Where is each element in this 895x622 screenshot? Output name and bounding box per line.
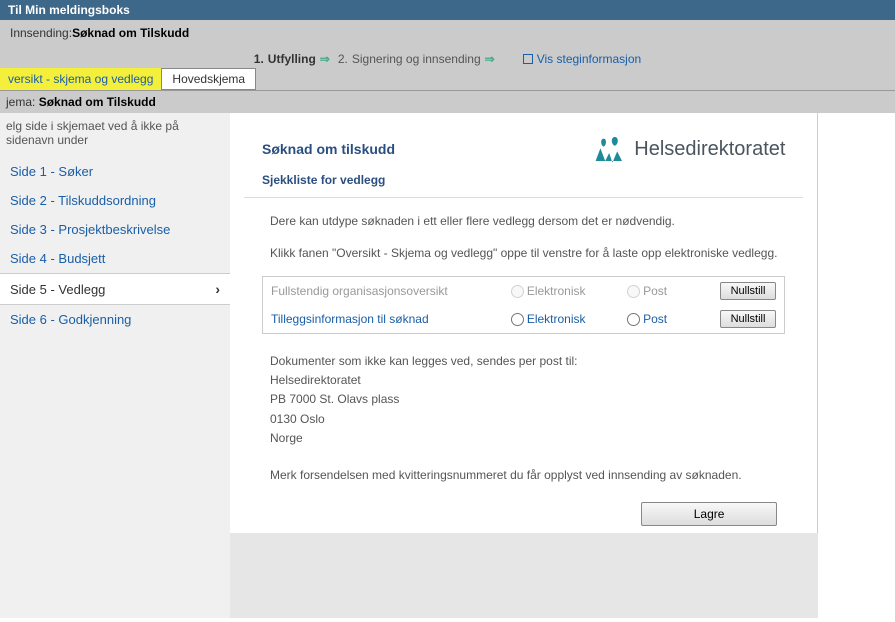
sidebar-item-soker[interactable]: Side 1 - Søker [0, 157, 230, 186]
vis-steginformasjon-link[interactable]: Vis steginformasjon [523, 52, 642, 66]
sidebar-item-godkjenning[interactable]: Side 6 - Godkjenning [0, 305, 230, 334]
content-row: elg side i skjemaet ved å ikke på sidena… [0, 113, 895, 618]
brand-logo: Helsedirektoratet [594, 135, 785, 163]
attachment-name[interactable]: Tilleggsinformasjon til søknad [271, 312, 429, 326]
address-intro: Dokumenter som ikke kan legges ved, send… [270, 352, 777, 371]
main-wrap: Søknad om tilskudd Helsedirektoratet Sje… [230, 113, 818, 618]
chevron-right-icon: › [215, 281, 220, 297]
sidebar-item-tilskuddsordning[interactable]: Side 2 - Tilskuddsordning [0, 186, 230, 215]
sidebar-item-prosjektbeskrivelse[interactable]: Side 3 - Prosjektbeskrivelse [0, 215, 230, 244]
helsedirektoratet-icon [594, 135, 626, 163]
submission-line: Innsending:Søknad om Tilskudd [0, 20, 895, 46]
address-line: PB 7000 St. Olavs plass [270, 390, 777, 409]
schema-label: jema: [6, 95, 35, 109]
lagre-button[interactable]: Lagre [641, 502, 778, 526]
arrow-right-icon: ⇒ [320, 52, 330, 66]
intro-text-2: Klikk fanen "Oversikt - Skjema og vedleg… [244, 244, 803, 276]
attachment-row: Fullstendig organisasjonsoversikt Elektr… [263, 277, 785, 306]
radio-post[interactable] [627, 313, 640, 326]
header-title: Til Min meldingsboks [8, 3, 130, 17]
submission-label: Innsending: [10, 26, 72, 40]
expand-icon [523, 54, 533, 64]
message-box-header[interactable]: Til Min meldingsboks [0, 0, 895, 20]
schema-value: Søknad om Tilskudd [39, 95, 156, 109]
radio-elektronisk[interactable] [511, 313, 524, 326]
step-2: 2. Signering og innsending ⇒ [338, 52, 495, 66]
submission-value: Søknad om Tilskudd [72, 26, 189, 40]
nullstill-button[interactable]: Nullstill [720, 310, 777, 328]
tab-oversikt[interactable]: versikt - skjema og vedlegg [0, 68, 161, 90]
save-row: Lagre [244, 502, 803, 546]
step-indicator: 1. Utfylling ⇒ 2. Signering og innsendin… [0, 46, 895, 68]
main-header: Søknad om tilskudd Helsedirektoratet [244, 125, 803, 169]
tab-hovedskjema[interactable]: Hovedskjema [161, 68, 256, 90]
address-line: Helsedirektoratet [270, 371, 777, 390]
sidebar-item-budsjett[interactable]: Side 4 - Budsjett [0, 244, 230, 273]
postal-address: Dokumenter som ikke kan legges ved, send… [244, 344, 803, 462]
right-pad [818, 113, 853, 618]
step-1: 1. Utfylling ⇒ [254, 52, 330, 66]
intro-text-1: Dere kan utdype søknaden i ett eller fle… [244, 198, 803, 244]
attachment-name: Fullstendig organisasjonsoversikt [271, 284, 448, 298]
sidebar: elg side i skjemaet ved å ikke på sidena… [0, 113, 230, 618]
page-title: Søknad om tilskudd [262, 141, 395, 157]
section-title: Sjekkliste for vedlegg [244, 169, 803, 198]
attachments-table: Fullstendig organisasjonsoversikt Elektr… [262, 276, 785, 334]
attachment-row: Tilleggsinformasjon til søknad Elektroni… [263, 305, 785, 334]
radio-post [627, 285, 640, 298]
sidebar-intro: elg side i skjemaet ved å ikke på sidena… [0, 113, 230, 157]
main-panel: Søknad om tilskudd Helsedirektoratet Sje… [230, 113, 818, 533]
nullstill-button[interactable]: Nullstill [720, 282, 777, 300]
context-section: Innsending:Søknad om Tilskudd 1. Utfylli… [0, 20, 895, 91]
radio-elektronisk [511, 285, 524, 298]
schema-line: jema: Søknad om Tilskudd [0, 91, 895, 113]
arrow-right-icon: ⇒ [485, 52, 495, 66]
address-line: Norge [270, 429, 777, 448]
address-line: 0130 Oslo [270, 410, 777, 429]
sidebar-list: Side 1 - Søker Side 2 - Tilskuddsordning… [0, 157, 230, 334]
tabs-row: versikt - skjema og vedlegg Hovedskjema [0, 68, 895, 90]
sidebar-item-vedlegg[interactable]: Side 5 - Vedlegg › [0, 273, 230, 305]
note-text: Merk forsendelsen med kvitteringsnummere… [244, 462, 803, 502]
